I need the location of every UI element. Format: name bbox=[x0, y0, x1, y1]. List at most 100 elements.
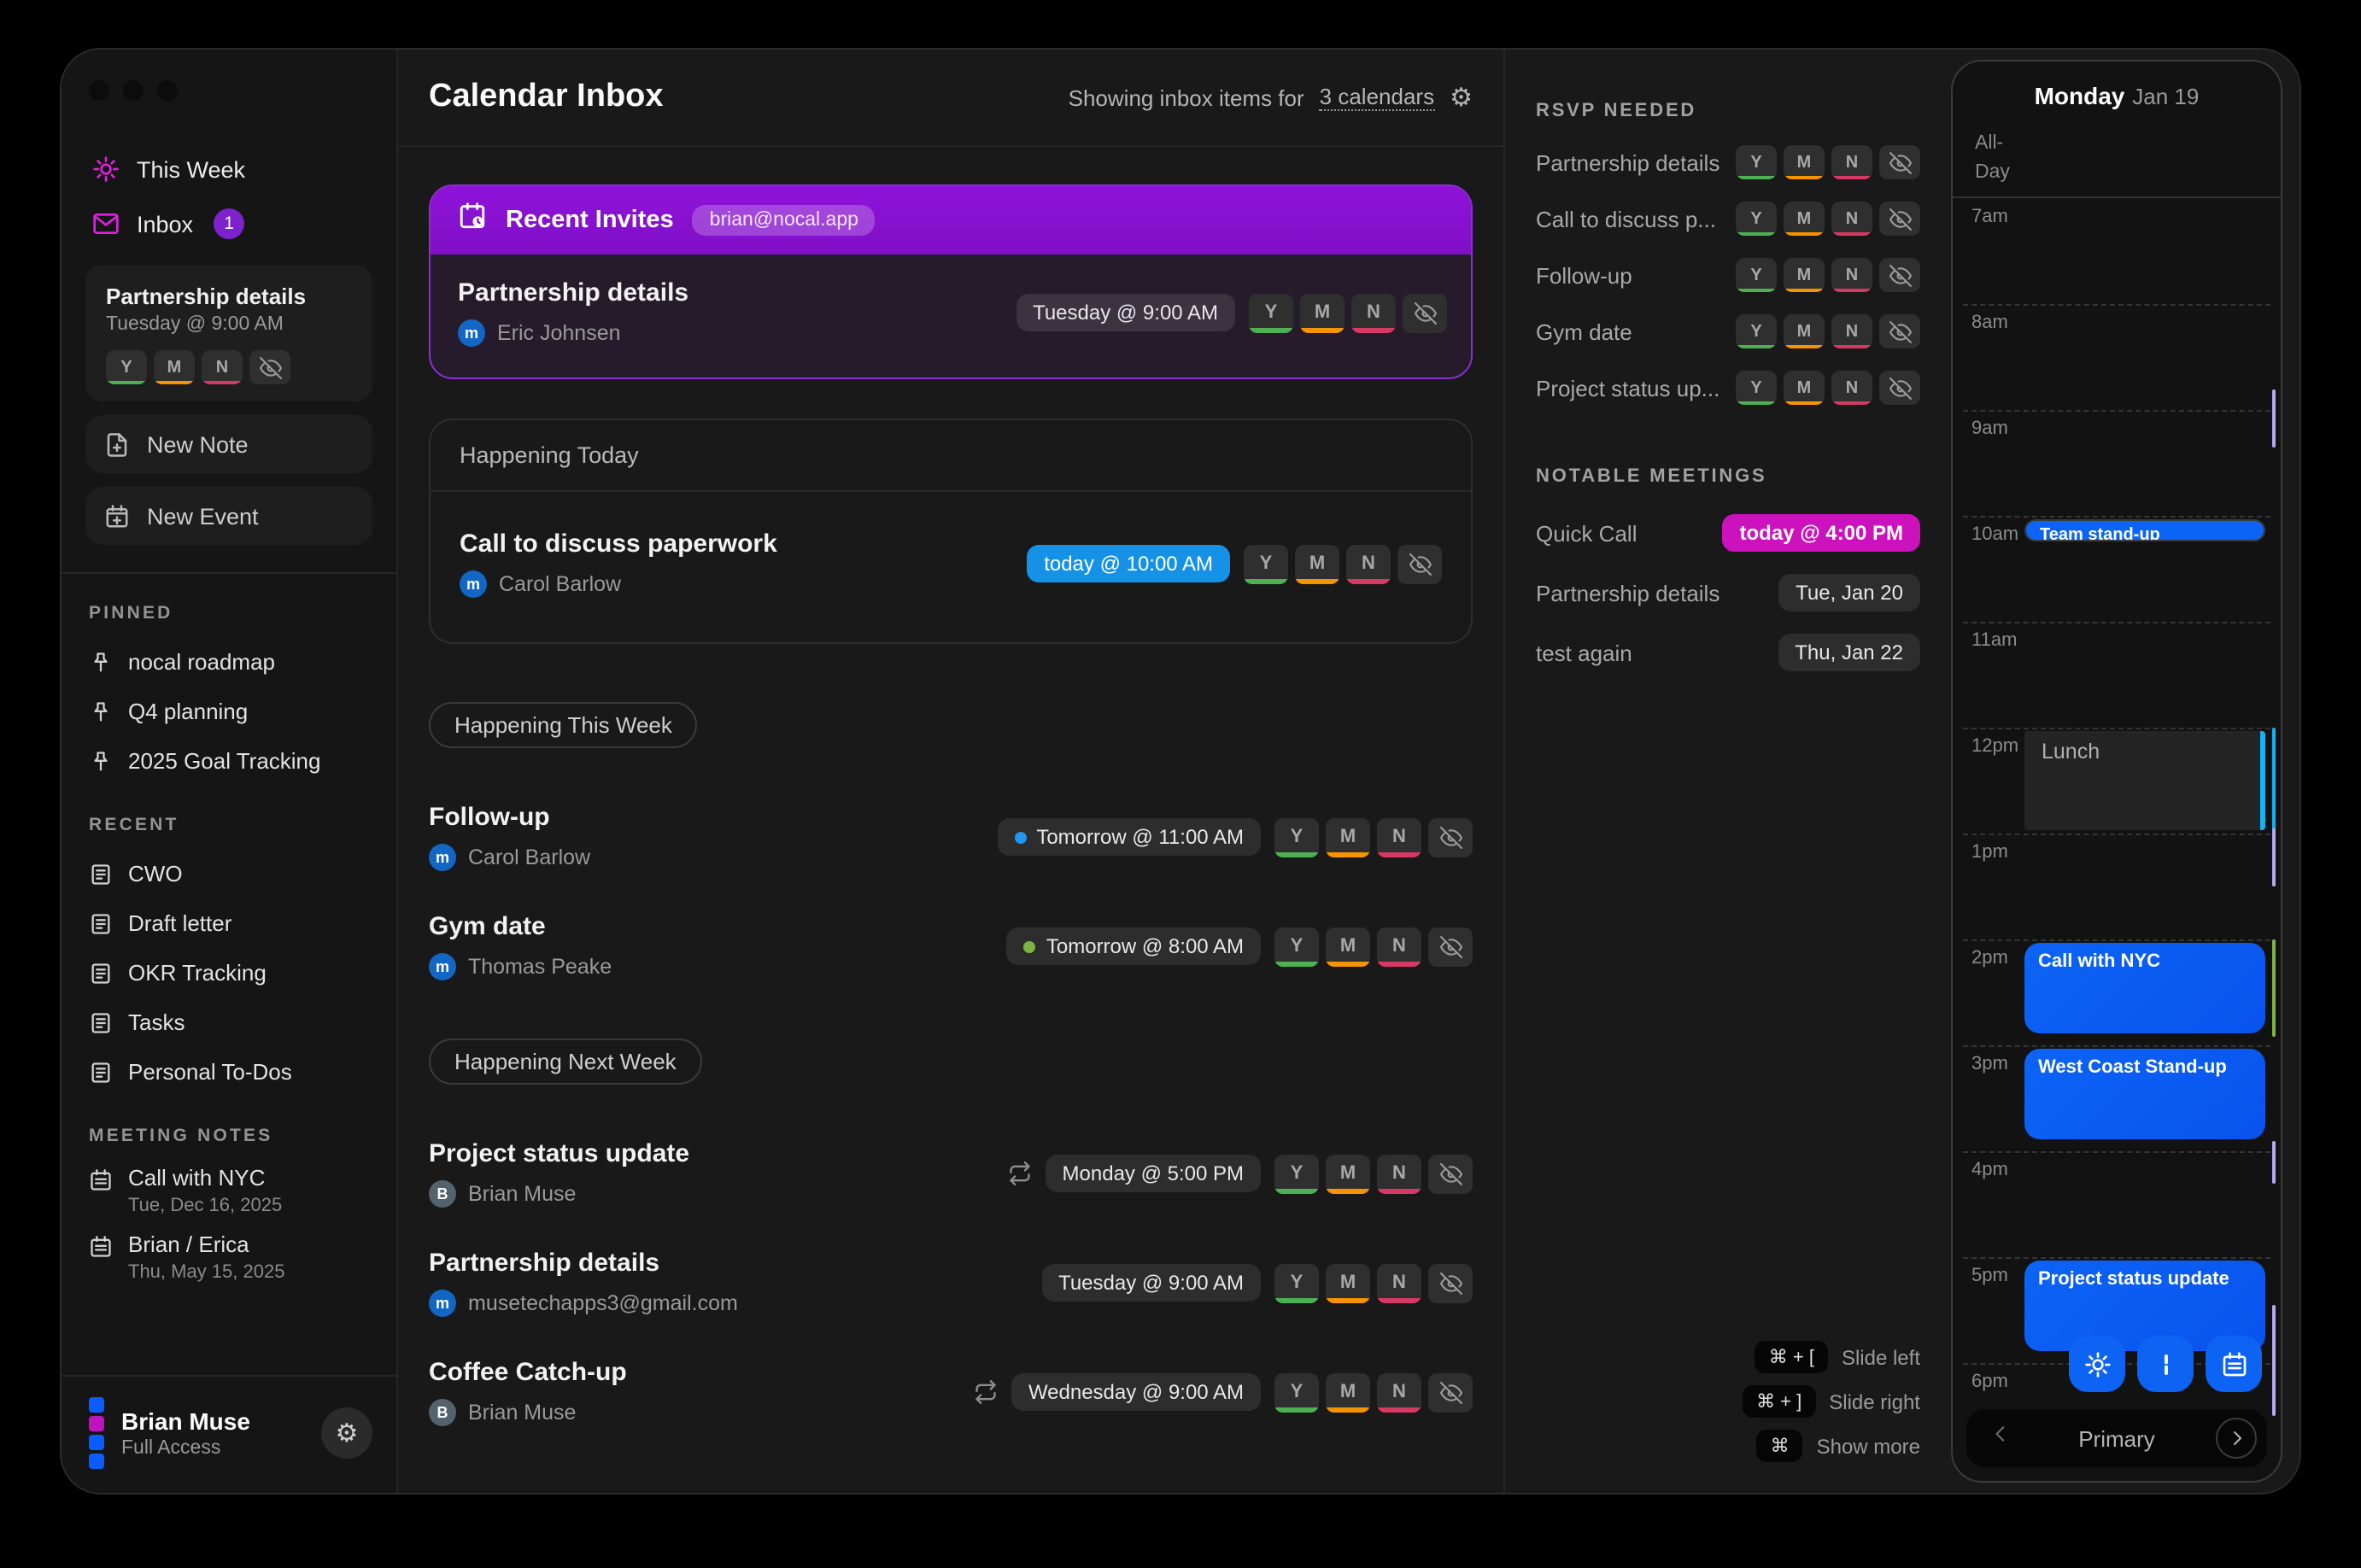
rsvp-no-button[interactable]: N bbox=[1831, 314, 1872, 348]
rsvp-needed-header: RSVP NEEDED bbox=[1536, 101, 1920, 121]
rsvp-no-button[interactable]: N bbox=[1377, 927, 1421, 966]
sidebar-note-item[interactable]: Tasks bbox=[85, 998, 372, 1047]
inbox-settings-gear-icon[interactable]: ⚙ bbox=[1450, 82, 1473, 113]
sidebar-item-inbox[interactable]: Inbox1 bbox=[85, 196, 372, 251]
sidebar-note-item[interactable]: 2025 Goal Tracking bbox=[85, 736, 372, 786]
rsvp-yes-button[interactable]: Y bbox=[1736, 258, 1777, 292]
sidebar-note-item[interactable]: Draft letter bbox=[85, 898, 372, 948]
rsvp-no-button[interactable]: N bbox=[1377, 817, 1421, 857]
calendar-event[interactable]: Team stand-up bbox=[2024, 519, 2265, 541]
rsvp-yes-button[interactable]: Y bbox=[1274, 1154, 1319, 1193]
settings-button[interactable]: ⚙ bbox=[321, 1407, 372, 1459]
hide-event-button[interactable] bbox=[1879, 145, 1920, 179]
event-title: Partnership details bbox=[458, 278, 1016, 307]
rsvp-yes-button[interactable]: Y bbox=[1736, 202, 1777, 236]
rsvp-yes-button[interactable]: Y bbox=[1736, 314, 1777, 348]
rsvp-event-label: Partnership details bbox=[1536, 149, 1719, 175]
section-pill: Happening Next Week bbox=[429, 1039, 702, 1085]
rsvp-maybe-button[interactable]: M bbox=[1326, 927, 1370, 966]
rsvp-no-button[interactable]: N bbox=[1346, 544, 1391, 583]
rsvp-no-button[interactable]: N bbox=[1377, 1154, 1421, 1193]
inbox-event-row[interactable]: Partnership detailsmmusetechapps3@gmail.… bbox=[429, 1249, 1473, 1317]
rsvp-yes-button[interactable]: Y bbox=[106, 350, 147, 384]
meeting-note-item[interactable]: Brian / EricaThu, May 15, 2025 bbox=[85, 1226, 372, 1293]
rsvp-yes-button[interactable]: Y bbox=[1274, 1372, 1319, 1412]
rsvp-maybe-button[interactable]: M bbox=[1784, 258, 1825, 292]
sidebar-item-this-week[interactable]: This Week bbox=[85, 142, 372, 196]
rsvp-maybe-letter: M bbox=[1797, 378, 1812, 397]
rsvp-no-button[interactable]: N bbox=[1377, 1263, 1421, 1302]
hide-event-button[interactable] bbox=[1397, 544, 1442, 583]
rsvp-yes-button[interactable]: Y bbox=[1244, 544, 1288, 583]
doc-icon bbox=[89, 862, 113, 886]
hide-event-button[interactable] bbox=[1879, 202, 1920, 236]
close-button[interactable] bbox=[89, 80, 109, 101]
sidebar-note-item[interactable]: CWO bbox=[85, 849, 372, 898]
hide-event-button[interactable] bbox=[249, 350, 290, 384]
hide-event-button[interactable] bbox=[1879, 258, 1920, 292]
hide-event-button[interactable] bbox=[1879, 371, 1920, 405]
rsvp-maybe-button[interactable]: M bbox=[154, 350, 195, 384]
previous-calendar-button[interactable] bbox=[1990, 1423, 2012, 1454]
hide-event-button[interactable] bbox=[1879, 314, 1920, 348]
inbox-event-row[interactable]: Gym datemThomas PeakeTomorrow @ 8:00 AMY… bbox=[429, 912, 1473, 980]
sidebar-note-item[interactable]: OKR Tracking bbox=[85, 948, 372, 998]
hide-event-button[interactable] bbox=[1403, 293, 1447, 332]
sidebar-note-item[interactable]: Q4 planning bbox=[85, 687, 372, 736]
inbox-event-row[interactable]: Partnership detailsmEric JohnsenTuesday … bbox=[458, 278, 1447, 347]
rsvp-no-button[interactable]: N bbox=[1831, 258, 1872, 292]
more-action-button[interactable] bbox=[2137, 1336, 2194, 1392]
rsvp-maybe-button[interactable]: M bbox=[1326, 817, 1370, 857]
weather-action-button[interactable] bbox=[2069, 1336, 2125, 1392]
rsvp-no-button[interactable]: N bbox=[202, 350, 243, 384]
rsvp-maybe-button[interactable]: M bbox=[1326, 1263, 1370, 1302]
rsvp-maybe-button[interactable]: M bbox=[1326, 1154, 1370, 1193]
event-organizer: Carol Barlow bbox=[468, 845, 590, 869]
calendar-action-button[interactable] bbox=[2206, 1336, 2262, 1392]
minimize-button[interactable] bbox=[123, 80, 144, 101]
inbox-event-row[interactable]: Project status updateBBrian MuseMonday @… bbox=[429, 1139, 1473, 1208]
hide-event-button[interactable] bbox=[1428, 817, 1473, 857]
calendar-event[interactable]: West Coast Stand-up bbox=[2024, 1049, 2265, 1139]
shortcut-row: ⌘Show more bbox=[1743, 1430, 1920, 1462]
new-note-button[interactable]: New Note bbox=[85, 415, 372, 473]
hide-event-button[interactable] bbox=[1428, 1263, 1473, 1302]
hide-event-button[interactable] bbox=[1428, 1154, 1473, 1193]
rsvp-maybe-button[interactable]: M bbox=[1295, 544, 1339, 583]
rsvp-no-button[interactable]: N bbox=[1377, 1372, 1421, 1412]
calendars-link[interactable]: 3 calendars bbox=[1320, 84, 1434, 111]
new-event-button[interactable]: New Event bbox=[85, 487, 372, 545]
hide-event-button[interactable] bbox=[1428, 1372, 1473, 1412]
rsvp-maybe-button[interactable]: M bbox=[1300, 293, 1345, 332]
rsvp-no-button[interactable]: N bbox=[1831, 371, 1872, 405]
zoom-button[interactable] bbox=[157, 80, 178, 101]
calendar-date: Jan 19 bbox=[2132, 84, 2199, 109]
rsvp-yes-button[interactable]: Y bbox=[1274, 927, 1319, 966]
rsvp-yes-button[interactable]: Y bbox=[1249, 293, 1293, 332]
meeting-note-item[interactable]: Call with NYCTue, Dec 16, 2025 bbox=[85, 1160, 372, 1226]
inbox-event-row[interactable]: Call to discuss paperworkmCarol Barlowto… bbox=[460, 529, 1442, 598]
sidebar-note-item[interactable]: Personal To-Dos bbox=[85, 1047, 372, 1097]
rsvp-yes-button[interactable]: Y bbox=[1736, 371, 1777, 405]
rsvp-maybe-button[interactable]: M bbox=[1326, 1372, 1370, 1412]
calendar-footer: Primary bbox=[1966, 1409, 2267, 1467]
rsvp-no-button[interactable]: N bbox=[1351, 293, 1396, 332]
calendar-event[interactable]: Call with NYC bbox=[2024, 943, 2265, 1033]
rsvp-maybe-button[interactable]: M bbox=[1784, 371, 1825, 405]
rsvp-maybe-button[interactable]: M bbox=[1784, 314, 1825, 348]
rsvp-no-button[interactable]: N bbox=[1831, 202, 1872, 236]
rsvp-yes-button[interactable]: Y bbox=[1736, 145, 1777, 179]
sidebar-note-item[interactable]: nocal roadmap bbox=[85, 637, 372, 687]
inbox-preview-card[interactable]: Partnership details Tuesday @ 9:00 AM YM… bbox=[85, 265, 372, 401]
calendar-event[interactable]: Lunch bbox=[2024, 731, 2265, 830]
inbox-event-row[interactable]: Follow-upmCarol BarlowTomorrow @ 11:00 A… bbox=[429, 803, 1473, 871]
rsvp-maybe-button[interactable]: M bbox=[1784, 145, 1825, 179]
hide-event-button[interactable] bbox=[1428, 927, 1473, 966]
rsvp-yes-button[interactable]: Y bbox=[1274, 1263, 1319, 1302]
rsvp-maybe-button[interactable]: M bbox=[1784, 202, 1825, 236]
next-calendar-button[interactable] bbox=[2216, 1418, 2257, 1459]
eye-off-icon bbox=[1889, 264, 1911, 286]
rsvp-no-button[interactable]: N bbox=[1831, 145, 1872, 179]
rsvp-yes-button[interactable]: Y bbox=[1274, 817, 1319, 857]
inbox-event-row[interactable]: Coffee Catch-upBBrian MuseWednesday @ 9:… bbox=[429, 1358, 1473, 1426]
